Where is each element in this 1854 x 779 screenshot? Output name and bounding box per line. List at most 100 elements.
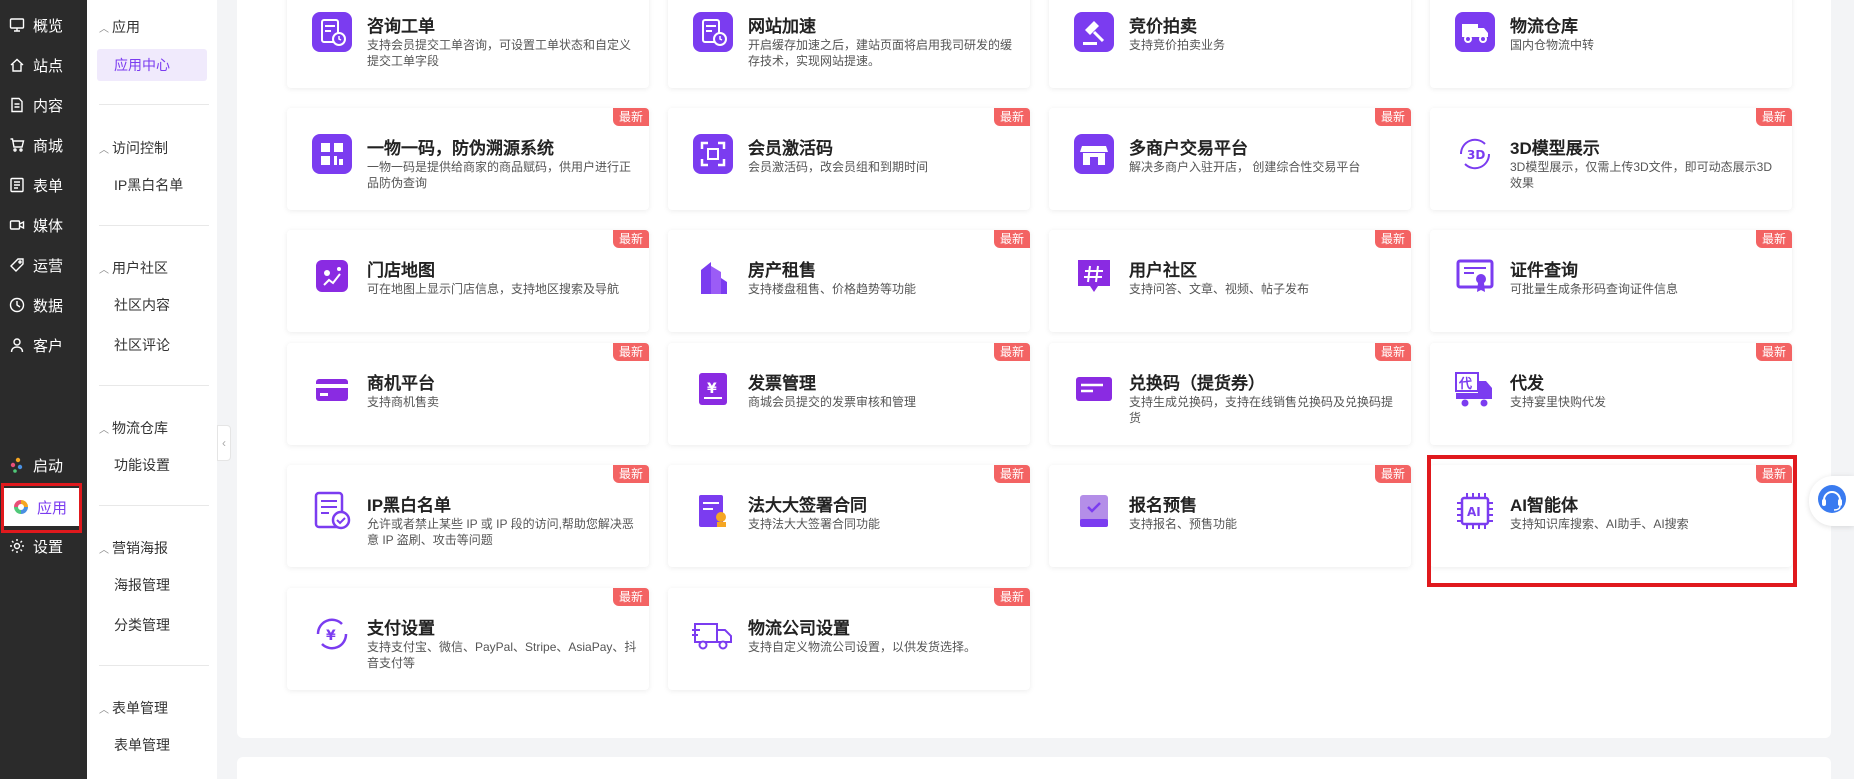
- app-card-anti-counterfeit[interactable]: 最新 一物一码，防伪溯源系统 一物一码是提供给商家的商品赋码，供用户进行正品防伪…: [287, 108, 649, 210]
- app-card-redeem-code[interactable]: 最新 兑换码（提货券） 支持生成兑换码，支持在线销售兑换码及兑换码提货: [1049, 343, 1411, 445]
- payment-icon: ¥: [310, 612, 354, 656]
- rail-item-label: 媒体: [33, 217, 64, 235]
- rail-item-operations[interactable]: 运营: [0, 246, 87, 284]
- 3d-icon: 3D: [1453, 132, 1497, 176]
- app-card-member-activation[interactable]: 最新 会员激活码 会员激活码，改会员组和到期时间: [668, 108, 1030, 210]
- sub-group-access-control[interactable]: ︿ 访问控制: [99, 138, 209, 158]
- speed-icon: [691, 10, 735, 54]
- sub-link-ip-list[interactable]: IP黑白名单: [97, 169, 207, 201]
- rail-item-label: 站点: [33, 57, 64, 75]
- headset-icon: [1815, 482, 1849, 521]
- store-icon: [1072, 132, 1116, 176]
- rail-item-customer[interactable]: 客户: [0, 326, 87, 364]
- sub-group-apps[interactable]: ︿ 应用: [99, 17, 209, 37]
- sub-group-logistics[interactable]: ︿ 物流仓库: [99, 418, 209, 438]
- rail-item-content[interactable]: 内容: [0, 86, 87, 124]
- rail-item-overview[interactable]: 概览: [0, 6, 87, 44]
- sub-link-poster-management[interactable]: 海报管理: [97, 569, 207, 601]
- card-desc: 国内仓物流中转: [1510, 38, 1595, 52]
- app-card-logistics-company[interactable]: 最新 物流公司设置 支持自定义物流公司设置，以供发货选择。: [668, 588, 1030, 690]
- new-badge: 最新: [612, 465, 649, 483]
- sub-link-function-settings[interactable]: 功能设置: [97, 449, 207, 481]
- rail-item-label: 数据: [33, 297, 64, 315]
- card-desc: 支持生成兑换码，支持在线销售兑换码及兑换码提货: [1129, 395, 1394, 425]
- app-card-ip-list[interactable]: 最新 IP黑白名单 允许或者禁止某些 IP 或 IP 段的访问,帮助您解决恶意 …: [287, 465, 649, 567]
- customer-service-button[interactable]: [1809, 476, 1854, 526]
- app-card-certificate-query[interactable]: 最新 证件查询 可批量生成条形码查询证件信息: [1430, 230, 1792, 332]
- card-desc: 支持法大大签署合同功能: [748, 517, 881, 531]
- app-card-consult-ticket[interactable]: 咨询工单 支持会员提交工单咨询，可设置工单状态和自定义提交工单字段: [287, 0, 649, 88]
- app-card-3d-model[interactable]: 最新 3D 3D模型展示 3D模型展示，仅需上传3D文件，即可动态展示3D效果: [1430, 108, 1792, 210]
- card-title: 物流公司设置: [748, 619, 850, 638]
- chevron-up-icon: ︿: [99, 424, 109, 436]
- card-icon: [310, 367, 354, 411]
- chart-icon: [8, 296, 26, 314]
- new-badge: 最新: [612, 230, 649, 248]
- rail-item-form[interactable]: 表单: [0, 166, 87, 204]
- divider: [99, 385, 209, 386]
- card-title: 代发: [1510, 374, 1544, 393]
- card-title: 竞价拍卖: [1129, 17, 1197, 36]
- rail-item-label: 内容: [33, 97, 64, 115]
- app-card-fadada-contract[interactable]: 最新 法大大签署合同 支持法大大签署合同功能: [668, 465, 1030, 567]
- new-badge: 最新: [993, 230, 1030, 248]
- card-title: 法大大签署合同: [748, 496, 867, 515]
- app-card-site-acceleration[interactable]: 网站加速 开启缓存加速之后，建站页面将启用我司研发的缓存技术，实现网站提速。: [668, 0, 1030, 88]
- app-card-registration-presale[interactable]: 最新 报名预售 支持报名、预售功能: [1049, 465, 1411, 567]
- sub-link-community-comments[interactable]: 社区评论: [97, 329, 207, 361]
- rail-item-settings[interactable]: 设置: [0, 527, 87, 565]
- sidebar-collapse-button[interactable]: ‹: [217, 425, 231, 461]
- rail-item-label: 启动: [33, 457, 64, 475]
- card-desc: 支持宴里快购代发: [1510, 395, 1607, 409]
- app-card-payment-settings[interactable]: 最新 ¥ 支付设置 支持支付宝、微信、PayPal、Stripe、AsiaPay…: [287, 588, 649, 690]
- contract-icon: [691, 489, 735, 533]
- app-card-business-platform[interactable]: 最新 商机平台 支持商机售卖: [287, 343, 649, 445]
- map-icon: [310, 254, 354, 298]
- sub-group-community[interactable]: ︿ 用户社区: [99, 258, 209, 278]
- bottom-panel: [237, 757, 1831, 779]
- rail-item-mall[interactable]: 商城: [0, 126, 87, 164]
- app-card-user-community[interactable]: 最新 用户社区 支持问答、文章、视频、帖子发布: [1049, 230, 1411, 332]
- rail-item-site[interactable]: 站点: [0, 46, 87, 84]
- new-badge: 最新: [612, 108, 649, 126]
- rail-item-data[interactable]: 数据: [0, 286, 87, 324]
- gavel-icon: [1072, 10, 1116, 54]
- card-desc: 支持支付宝、微信、PayPal、Stripe、AsiaPay、抖音支付等: [367, 640, 637, 670]
- sub-group-forms[interactable]: ︿ 表单管理: [99, 698, 209, 718]
- rail-item-launch[interactable]: 启动: [0, 446, 87, 484]
- card-title: 一物一码，防伪溯源系统: [367, 139, 554, 158]
- sub-link-category-management[interactable]: 分类管理: [97, 609, 207, 641]
- card-desc: 支持楼盘租售、价格趋势等功能: [748, 282, 917, 296]
- card-title: IP黑白名单: [367, 496, 452, 515]
- app-card-dropship[interactable]: 最新 代 代发 支持宴里快购代发: [1430, 343, 1792, 445]
- svg-text:¥: ¥: [707, 381, 717, 397]
- rail-item-media[interactable]: 媒体: [0, 206, 87, 244]
- certificate-icon: [1453, 254, 1497, 298]
- rail-item-label: 运营: [33, 257, 64, 275]
- card-title: 发票管理: [748, 374, 816, 393]
- app-card-real-estate[interactable]: 最新 房产租售 支持楼盘租售、价格趋势等功能: [668, 230, 1030, 332]
- app-card-store-map[interactable]: 最新 门店地图 可在地图上显示门店信息，支持地区搜索及导航: [287, 230, 649, 332]
- book-icon: [1072, 489, 1116, 533]
- sub-group-posters[interactable]: ︿ 营销海报: [99, 538, 209, 558]
- card-title: 网站加速: [748, 17, 816, 36]
- sub-link-app-center[interactable]: 应用中心: [97, 49, 207, 81]
- app-card-logistics-warehouse[interactable]: 物流仓库 国内仓物流中转: [1430, 0, 1792, 88]
- coupon-icon: [1072, 367, 1116, 411]
- new-badge: 最新: [1755, 230, 1792, 248]
- qrcode-icon: [310, 132, 354, 176]
- card-title: 兑换码（提货券）: [1129, 374, 1265, 393]
- new-badge: 最新: [1755, 343, 1792, 361]
- card-desc: 3D模型展示，仅需上传3D文件，即可动态展示3D效果: [1510, 160, 1773, 190]
- app-card-auction[interactable]: 竞价拍卖 支持竞价拍卖业务: [1049, 0, 1411, 88]
- card-title: 报名预售: [1129, 496, 1197, 515]
- app-card-invoice[interactable]: 最新 ¥ 发票管理 商城会员提交的发票审核和管理: [668, 343, 1030, 445]
- sub-link-form-management[interactable]: 表单管理: [97, 729, 207, 761]
- logistics-icon: [691, 612, 735, 656]
- app-sub-sidebar: ︿ 应用 应用中心 ︿ 访问控制 IP黑白名单 ︿ 用户社区 社区内容 社区评论 ︿ 物…: [87, 0, 217, 779]
- card-desc: 支持问答、文章、视频、帖子发布: [1129, 282, 1310, 296]
- app-card-multi-merchant[interactable]: 最新 多商户交易平台 解决多商户入驻开店， 创建综合性交易平台: [1049, 108, 1411, 210]
- sub-link-community-content[interactable]: 社区内容: [97, 289, 207, 321]
- scan-icon: [691, 132, 735, 176]
- svg-text:¥: ¥: [326, 628, 336, 644]
